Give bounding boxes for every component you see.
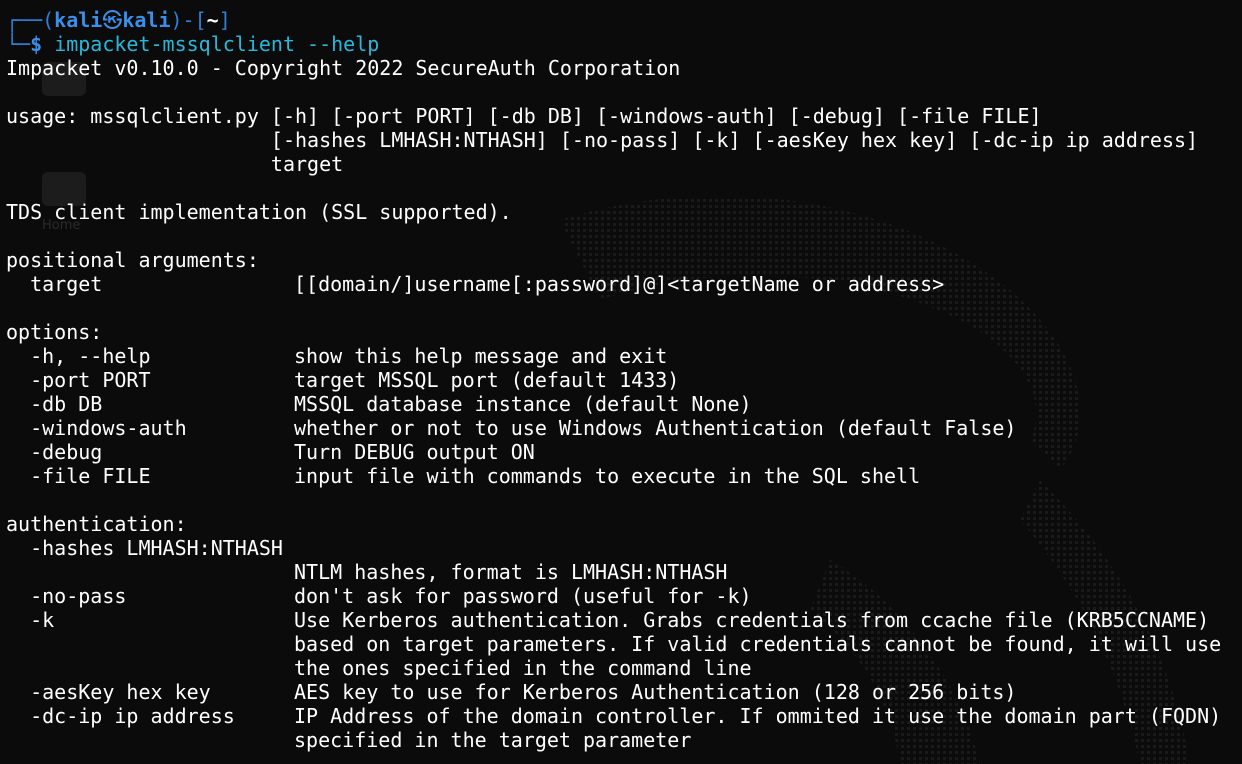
prompt-frame-bottom: └─	[6, 32, 31, 56]
option-name: -dc-ip ip address	[6, 704, 235, 728]
option-help: don't ask for password (useful for -k)	[294, 584, 752, 608]
option-k-cont: based on target parameters. If valid cre…	[6, 632, 1236, 656]
option-help: show this help message and exit	[294, 344, 668, 368]
option-help: the ones specified in the command line	[294, 656, 752, 680]
usage-line: target	[6, 152, 344, 176]
terminal-window[interactable]: Home ┌──(kali㉿kali)-[~] └─$ impacket-mss…	[0, 0, 1242, 764]
prompt-line-command: └─$ impacket-mssqlclient --help	[6, 32, 1236, 56]
prompt-host: kali	[122, 8, 171, 32]
option-name: -db DB	[6, 392, 103, 416]
option-windows-auth: -windows-auth whether or not to use Windo…	[6, 416, 1236, 440]
prompt-dollar: $	[30, 32, 43, 56]
option-debug: -debug Turn DEBUG output ON	[6, 440, 1236, 464]
option-dc-ip-cont: specified in the target parameter	[6, 728, 1236, 752]
option-help: whether or not to use Windows Authentica…	[294, 416, 1017, 440]
option-help: IP Address of the domain controller. If …	[294, 704, 1222, 728]
usage-line: [-hashes LMHASH:NTHASH] [-no-pass] [-k] …	[6, 128, 1199, 152]
option-port: -port PORT target MSSQL port (default 143…	[6, 368, 1236, 392]
option-help: AES key to use for Kerberos Authenticati…	[294, 680, 1017, 704]
option-name: -port PORT	[6, 368, 151, 392]
option-help: target MSSQL port (default 1433)	[294, 368, 680, 392]
option-help: based on target parameters. If valid cre…	[294, 632, 1222, 656]
option-name: target	[6, 272, 103, 296]
option-name: -windows-auth	[6, 416, 187, 440]
usage-line: usage: mssqlclient.py [-h] [-port PORT] …	[6, 104, 1042, 128]
prompt-line-top: ┌──(kali㉿kali)-[~]	[6, 8, 1236, 32]
option-k-cont: the ones specified in the command line	[6, 656, 1236, 680]
option-no-pass: -no-pass don't ask for password (useful f…	[6, 584, 1236, 608]
option-name: -debug	[6, 440, 103, 464]
option-k: -k Use Kerberos authentication. Grabs cre…	[6, 608, 1236, 632]
positional-heading: positional arguments:	[6, 248, 259, 272]
description: TDS client implementation (SSL supported…	[6, 200, 512, 224]
authentication-heading: authentication:	[6, 512, 187, 536]
prompt-frame-open: ┌──(	[6, 8, 55, 32]
prompt-frame-mid: )-[	[170, 8, 207, 32]
prompt-dir: ~	[206, 8, 219, 32]
prompt-user: kali	[54, 8, 103, 32]
option-help: NTLM hashes, format is LMHASH:NTHASH	[294, 560, 728, 584]
option-help: specified in the target parameter	[294, 728, 692, 752]
option-help: MSSQL database instance (default None)	[294, 392, 752, 416]
option-file: -file FILE input file with commands to ex…	[6, 464, 1236, 488]
option-name: -aesKey hex key	[6, 680, 211, 704]
command-text: impacket-mssqlclient --help	[54, 32, 380, 56]
prompt-skull-icon: ㉿	[102, 8, 123, 32]
prompt-frame-close: ]	[218, 8, 231, 32]
option-name: -file FILE	[6, 464, 151, 488]
option-name: -h, --help	[6, 344, 151, 368]
option-hashes: -hashes LMHASH:NTHASH	[6, 536, 1236, 560]
option-help-flag: -h, --help show this help message and exi…	[6, 344, 1236, 368]
option-db: -db DB MSSQL database instance (default N…	[6, 392, 1236, 416]
option-help: [[domain/]username[:password]@]<targetNa…	[294, 272, 945, 296]
impacket-header: Impacket v0.10.0 - Copyright 2022 Secure…	[6, 56, 681, 80]
option-name: -no-pass	[6, 584, 127, 608]
options-heading: options:	[6, 320, 103, 344]
option-help: input file with commands to execute in t…	[294, 464, 921, 488]
option-dc-ip: -dc-ip ip address IP Address of the domai…	[6, 704, 1236, 728]
positional-target: target [[domain/]username[:password]@]<ta…	[6, 272, 1236, 296]
option-help: Turn DEBUG output ON	[294, 440, 535, 464]
terminal-output: ┌──(kali㉿kali)-[~] └─$ impacket-mssqlcli…	[6, 8, 1236, 752]
option-aeskey: -aesKey hex key AES key to use for Kerber…	[6, 680, 1236, 704]
option-hashes-help: NTLM hashes, format is LMHASH:NTHASH	[6, 560, 1236, 584]
option-name: -k	[6, 608, 55, 632]
option-name: -hashes LMHASH:NTHASH	[6, 536, 283, 560]
option-help: Use Kerberos authentication. Grabs crede…	[294, 608, 1210, 632]
